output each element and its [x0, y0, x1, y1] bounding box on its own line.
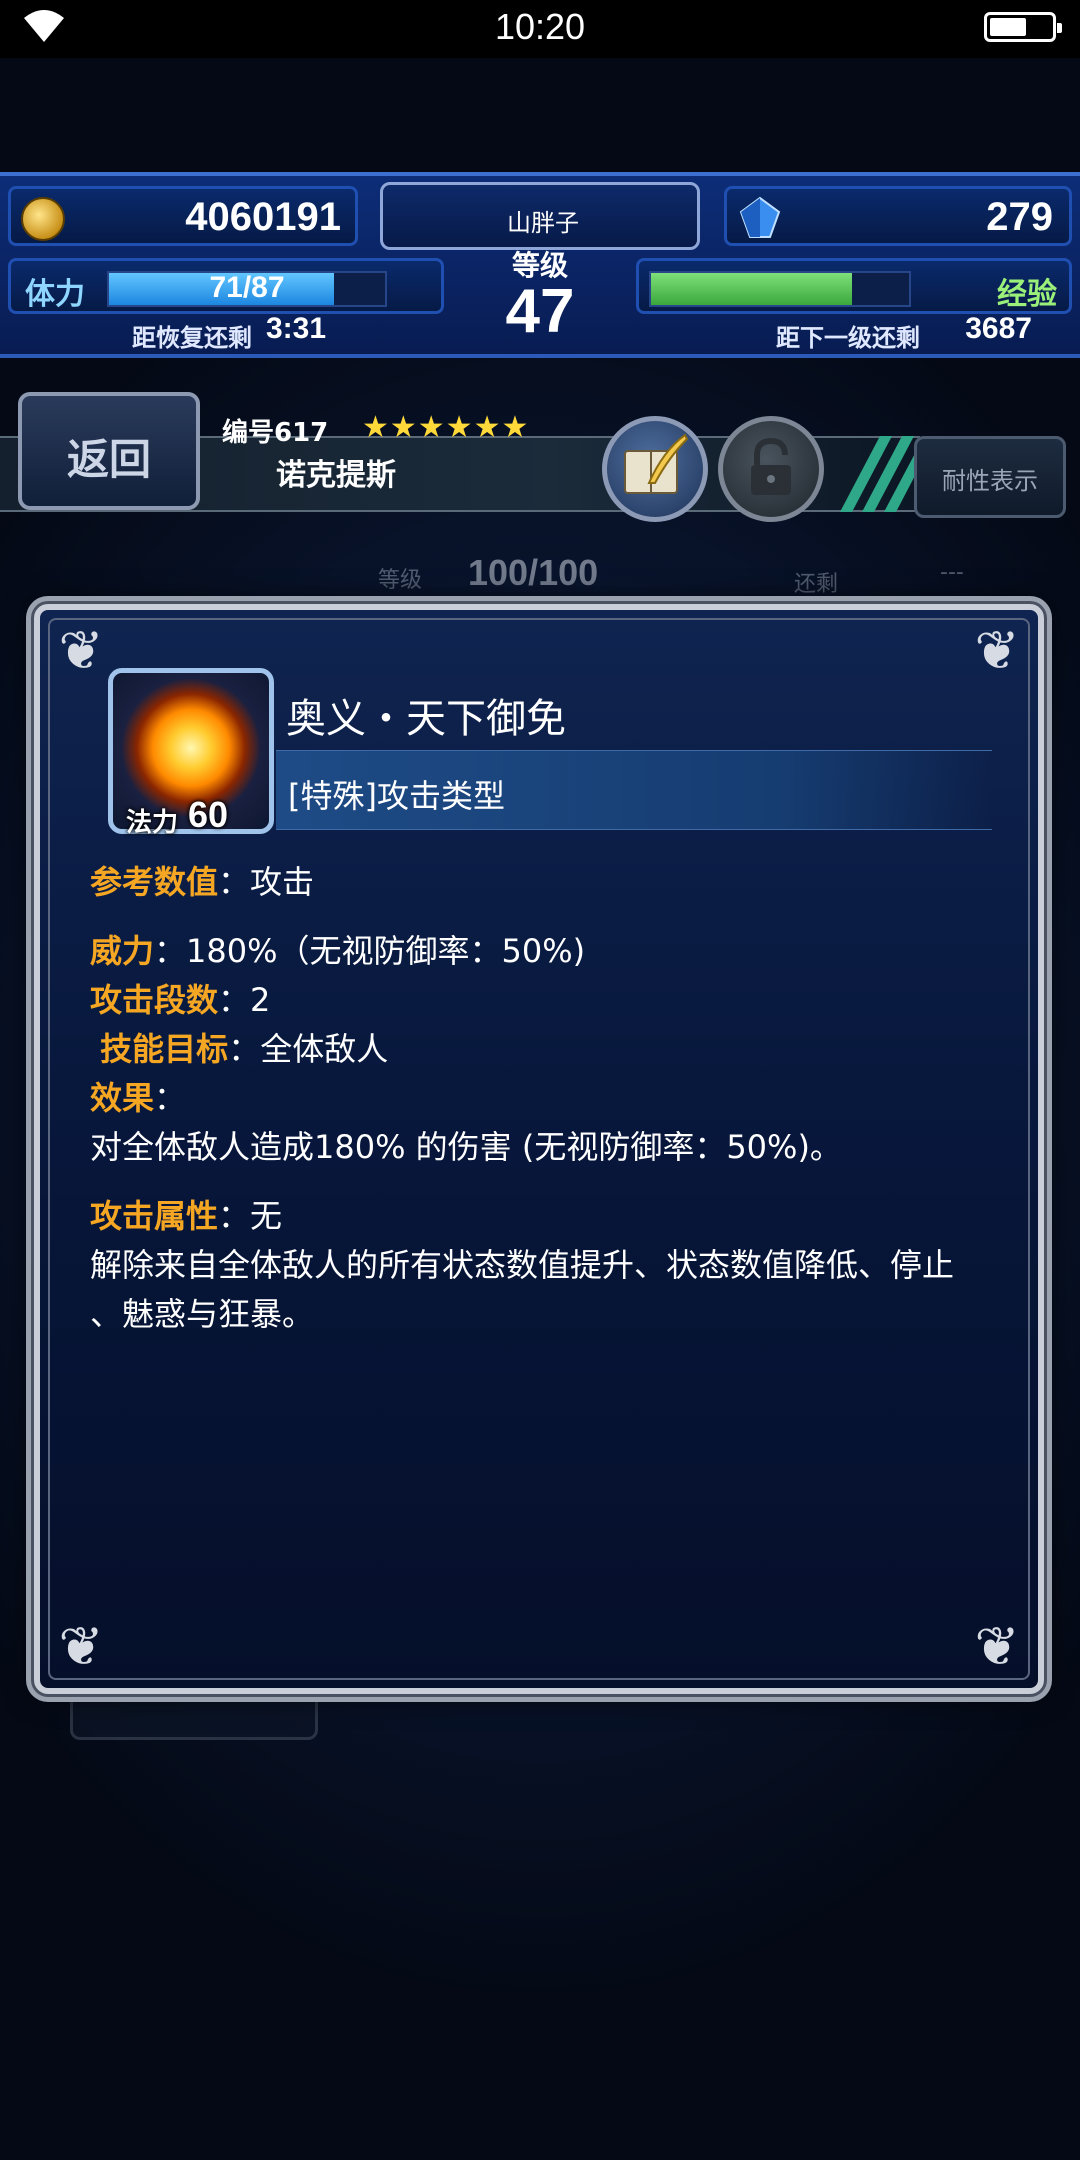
- lock-button[interactable]: [718, 416, 824, 522]
- rarity-stars: ★★★★★★: [362, 410, 530, 445]
- exp-label: 经验: [997, 277, 1057, 312]
- skill-detail-modal[interactable]: ❦ ❦ ❦ ❦ 法力 60 奥义・天下御免 [特殊]攻击类型 参考数值：攻击 威…: [34, 604, 1044, 1694]
- unit-number: 编号617: [222, 418, 329, 448]
- unit-level-label: 等级: [378, 568, 423, 593]
- target-line: 技能目标：全体敌人: [90, 1025, 1010, 1074]
- extra-effect-line-2: 、魅惑与狂暴。: [90, 1295, 315, 1333]
- hits-line: 攻击段数：2: [90, 976, 1010, 1025]
- resistance-button-label: 耐性表示: [942, 467, 1038, 495]
- skill-name: 奥义・天下御免: [286, 696, 566, 742]
- mp-cost-label: 法力: [126, 808, 179, 838]
- effect-line: 效果：: [90, 1074, 1010, 1123]
- back-button-label: 返回: [66, 435, 151, 484]
- reference-stat-value: ：攻击: [218, 863, 315, 901]
- battery-icon: [984, 12, 1062, 42]
- status-time: 10:20: [494, 6, 586, 47]
- extra-effect-line-1: 解除来自全体敌人的所有状态数值提升、状态数值降低、停止: [90, 1246, 955, 1284]
- hits-key: 攻击段数: [90, 981, 219, 1019]
- unit-level-value: 100/100: [468, 552, 599, 593]
- skill-type-bar: [特殊]攻击类型: [276, 750, 992, 830]
- gil-display: 4060191: [8, 186, 358, 246]
- gem-display[interactable]: 279: [724, 186, 1072, 246]
- lock-icon: [751, 437, 791, 495]
- gem-value: 279: [986, 195, 1053, 239]
- back-button[interactable]: 返回: [18, 392, 200, 510]
- element-value: ：无: [218, 1197, 283, 1235]
- stamina-label: 体力: [25, 277, 85, 312]
- next-level-value: 3687: [965, 312, 1032, 345]
- unit-level-row: 等级 100/100 还剩 ---: [0, 548, 1080, 608]
- stamina-value: 71/87: [209, 271, 285, 304]
- reference-stat-line: 参考数值：攻击: [90, 858, 1010, 907]
- hits-value: ：2: [218, 981, 271, 1019]
- status-bar: 10:20: [0, 0, 1080, 58]
- ornament-icon: ❦: [974, 1615, 1020, 1678]
- skill-description: 参考数值：攻击 威力：180%（无视防御率：50%) 攻击段数：2 技能目标：全…: [90, 858, 1010, 1339]
- effect-text: 对全体敌人造成180% 的伤害 (无视防御率：50%)。: [90, 1128, 842, 1166]
- target-value: ：全体敌人: [228, 1030, 389, 1068]
- gil-coin-icon: [21, 197, 65, 241]
- rank-value: 47: [505, 277, 575, 346]
- target-key: 技能目标: [100, 1030, 229, 1068]
- ornament-icon: ❦: [58, 1615, 104, 1678]
- effect-colon: ：: [154, 1079, 187, 1117]
- player-name: 山胖子: [507, 209, 579, 237]
- background-button: [70, 1690, 318, 1740]
- power-line: 威力：180%（无视防御率：50%): [90, 927, 1010, 976]
- lapis-gem-icon: [739, 196, 781, 238]
- player-hud: 4060191 279 体力 71/87 距恢复还剩 3:31 经验 距下一级还…: [0, 172, 1080, 358]
- quill-book-icon: [624, 433, 689, 494]
- effect-key: 效果: [90, 1079, 155, 1117]
- unit-name: 诺克提斯: [276, 458, 396, 493]
- reference-stat-key: 参考数值: [90, 863, 219, 901]
- next-level-label: 距下一级还剩: [776, 324, 920, 352]
- player-name-plate: 山胖子: [380, 182, 700, 250]
- stamina-panel: 体力 71/87: [8, 258, 444, 314]
- mp-cost-value: 60: [188, 794, 229, 835]
- unit-header: 返回 编号617 ★★★★★★ 诺克提斯 耐性表示: [0, 392, 1080, 530]
- quill-book-button[interactable]: [602, 416, 708, 522]
- skill-type: [特殊]攻击类型: [288, 777, 505, 815]
- element-key: 攻击属性: [90, 1197, 219, 1235]
- power-value: ：180%（无视防御率：50%): [154, 932, 586, 970]
- exp-panel: 经验: [636, 258, 1072, 314]
- player-rank-plate: 山胖子 等级 47: [380, 182, 700, 358]
- resistance-button[interactable]: 耐性表示: [914, 436, 1066, 518]
- element-line: 攻击属性：无: [90, 1192, 1010, 1241]
- recover-time: 3:31: [266, 312, 327, 345]
- ornament-icon: ❦: [58, 619, 104, 682]
- power-key: 威力: [90, 932, 155, 970]
- recover-label: 距恢复还剩: [132, 324, 252, 352]
- ornament-icon: ❦: [974, 619, 1020, 682]
- remain-label: 还剩: [794, 572, 839, 597]
- remain-value: ---: [940, 560, 964, 585]
- gil-value: 4060191: [185, 195, 341, 239]
